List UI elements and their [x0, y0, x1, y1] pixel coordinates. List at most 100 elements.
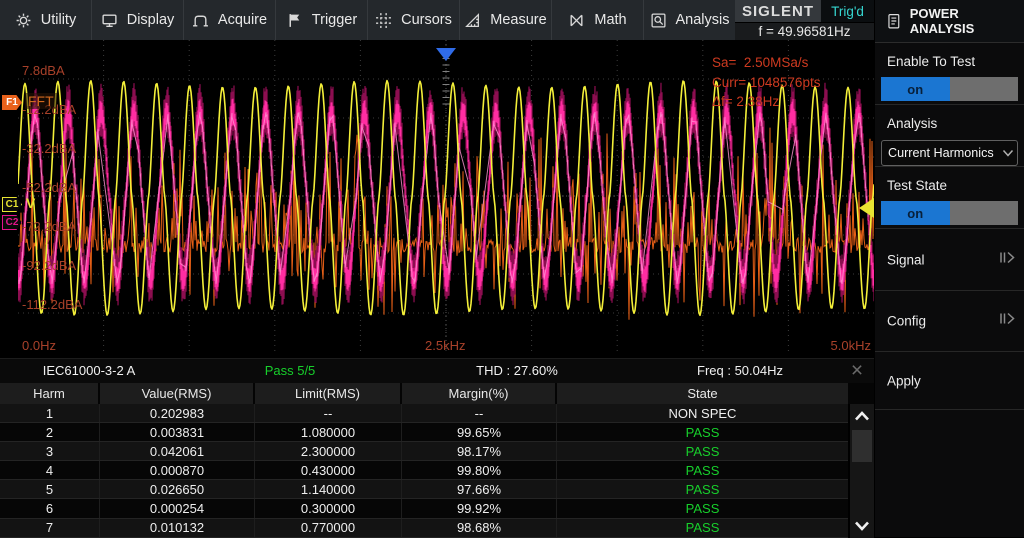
analysis-dropdown[interactable]: Current Harmonics	[881, 140, 1018, 166]
db-scale-label: -92.2dBA	[22, 258, 76, 273]
scrollbar-thumb[interactable]	[852, 430, 872, 462]
trigger-position-marker[interactable]	[436, 48, 456, 61]
config-menu-item[interactable]: Config	[875, 291, 1024, 352]
enable-to-test-toggle[interactable]: on	[881, 77, 1018, 101]
table-body: 10.202983----NON SPEC20.0038311.08000099…	[0, 404, 848, 538]
document-icon	[887, 13, 901, 30]
menu-item-label: Analysis	[676, 12, 730, 28]
signal-menu-item[interactable]: Signal	[875, 229, 1024, 291]
table-row[interactable]: 10.202983----NON SPEC	[0, 404, 848, 423]
db-scale-label: 7.8dBA	[22, 63, 65, 78]
menu-item-cursors[interactable]: Cursors	[368, 0, 460, 40]
db-scale-label: -52.2dBA	[22, 180, 76, 195]
close-icon[interactable]: ×	[846, 360, 868, 382]
acquisition-info: Sa= 2.50MSa/s Curr= 1048576pts Δf= 2.38H…	[712, 53, 820, 112]
table-cell: 98.17%	[402, 442, 557, 460]
column-header: Limit(RMS)	[255, 383, 402, 404]
analysis-selected-value: Current Harmonics	[888, 146, 994, 160]
enable-to-test-section: Enable To Test on	[875, 43, 1024, 105]
menu-item-label: Measure	[490, 12, 546, 28]
table-cell: 97.66%	[402, 480, 557, 498]
menu-item-acquire[interactable]: Acquire	[184, 0, 276, 40]
freq-axis-start: 0.0Hz	[22, 338, 56, 353]
submenu-arrow-icon	[999, 250, 1016, 270]
test-state-label: Test State	[875, 167, 1024, 193]
analysis-section: Analysis Current Harmonics	[875, 105, 1024, 167]
table-cell: 98.68%	[402, 519, 557, 537]
table-cell: 1.140000	[255, 480, 402, 498]
config-label: Config	[887, 314, 926, 329]
oscilloscope-app: Utility Display Acquire Trigger Cursors …	[0, 0, 1024, 537]
panel-filler	[875, 410, 1024, 537]
menu-item-label: Display	[127, 12, 175, 28]
menu-item-analysis[interactable]: Analysis	[644, 0, 735, 40]
menu-item-label: Acquire	[218, 12, 267, 28]
table-row[interactable]: 70.0101320.77000098.68%PASS	[0, 519, 848, 538]
table-row[interactable]: 30.0420612.30000098.17%PASS	[0, 442, 848, 461]
apply-label: Apply	[887, 373, 921, 388]
test-state-section: Test State on	[875, 167, 1024, 229]
table-cell: PASS	[557, 519, 848, 537]
table-cell: 0.770000	[255, 519, 402, 537]
harmonics-test-table: IEC61000-3-2 A Pass 5/5 THD : 27.60% Fre…	[0, 358, 874, 537]
fft-mode-label: FFT	[25, 93, 57, 109]
column-header: Margin(%)	[402, 383, 557, 404]
submenu-arrow-icon	[999, 311, 1016, 331]
menu-item-label: Utility	[41, 12, 76, 28]
table-cell: PASS	[557, 461, 848, 479]
table-cell: 0.430000	[255, 461, 402, 479]
table-header-row: Harm Value(RMS) Limit(RMS) Margin(%) Sta…	[0, 383, 848, 404]
table-row[interactable]: 20.0038311.08000099.65%PASS	[0, 423, 848, 442]
table-cell: 99.65%	[402, 423, 557, 441]
menu-item-label: Math	[594, 12, 626, 28]
power-analysis-panel: POWER ANALYSIS Enable To Test on Analysi…	[874, 0, 1024, 537]
table-cell: 4	[0, 461, 100, 479]
table-title-row: IEC61000-3-2 A Pass 5/5 THD : 27.60% Fre…	[0, 359, 874, 383]
menu-item-display[interactable]: Display	[92, 0, 184, 40]
toggle-off-state	[950, 201, 1019, 225]
table-cell: 0.042061	[100, 442, 255, 460]
table-cell: 1	[0, 404, 100, 422]
math-icon	[568, 12, 585, 29]
table-cell: PASS	[557, 423, 848, 441]
chevron-down-icon	[1002, 149, 1014, 157]
table-cell: --	[402, 404, 557, 422]
table-row[interactable]: 50.0266501.14000097.66%PASS	[0, 480, 848, 499]
menu-item-utility[interactable]: Utility	[0, 0, 92, 40]
menu-item-math[interactable]: Math	[552, 0, 644, 40]
table-scrollbar[interactable]	[848, 404, 874, 538]
table-cell: --	[255, 404, 402, 422]
table-cell: 0.003831	[100, 423, 255, 441]
scroll-up-icon[interactable]	[850, 404, 874, 428]
siglent-logo: SIGLENT	[735, 0, 821, 22]
table-cell: 0.202983	[100, 404, 255, 422]
freq-axis-mid: 2.5kHz	[425, 338, 465, 353]
measure-ruler-icon	[464, 12, 481, 29]
apply-button[interactable]: Apply	[875, 352, 1024, 410]
table-cell: 6	[0, 499, 100, 517]
test-state-toggle[interactable]: on	[881, 201, 1018, 225]
table-row[interactable]: 40.0008700.43000099.80%PASS	[0, 461, 848, 480]
cursors-icon	[375, 12, 392, 29]
table-cell: 99.92%	[402, 499, 557, 517]
freq-value: Freq : 50.04Hz	[697, 363, 783, 378]
trigger-level-marker[interactable]	[859, 198, 874, 218]
table-cell: 0.300000	[255, 499, 402, 517]
table-cell: PASS	[557, 442, 848, 460]
c1-unit-label: V	[26, 195, 35, 211]
freq-axis-end: 5.0kHz	[831, 338, 871, 353]
table-cell: 0.026650	[100, 480, 255, 498]
gear-icon	[15, 12, 32, 29]
menu-bar: Utility Display Acquire Trigger Cursors …	[0, 0, 735, 40]
trigger-frequency: f = 49.96581Hz	[735, 22, 874, 40]
menu-item-measure[interactable]: Measure	[460, 0, 552, 40]
table-row[interactable]: 60.0002540.30000099.92%PASS	[0, 499, 848, 518]
scroll-down-icon[interactable]	[850, 514, 874, 538]
db-scale-label: -72.2dBA	[22, 219, 76, 234]
column-header: Value(RMS)	[100, 383, 255, 404]
enable-to-test-label: Enable To Test	[875, 43, 1024, 69]
panel-title: POWER ANALYSIS	[910, 6, 1024, 36]
menu-item-label: Cursors	[401, 12, 452, 28]
menu-item-trigger[interactable]: Trigger	[276, 0, 368, 40]
thd-value: THD : 27.60%	[476, 363, 558, 378]
